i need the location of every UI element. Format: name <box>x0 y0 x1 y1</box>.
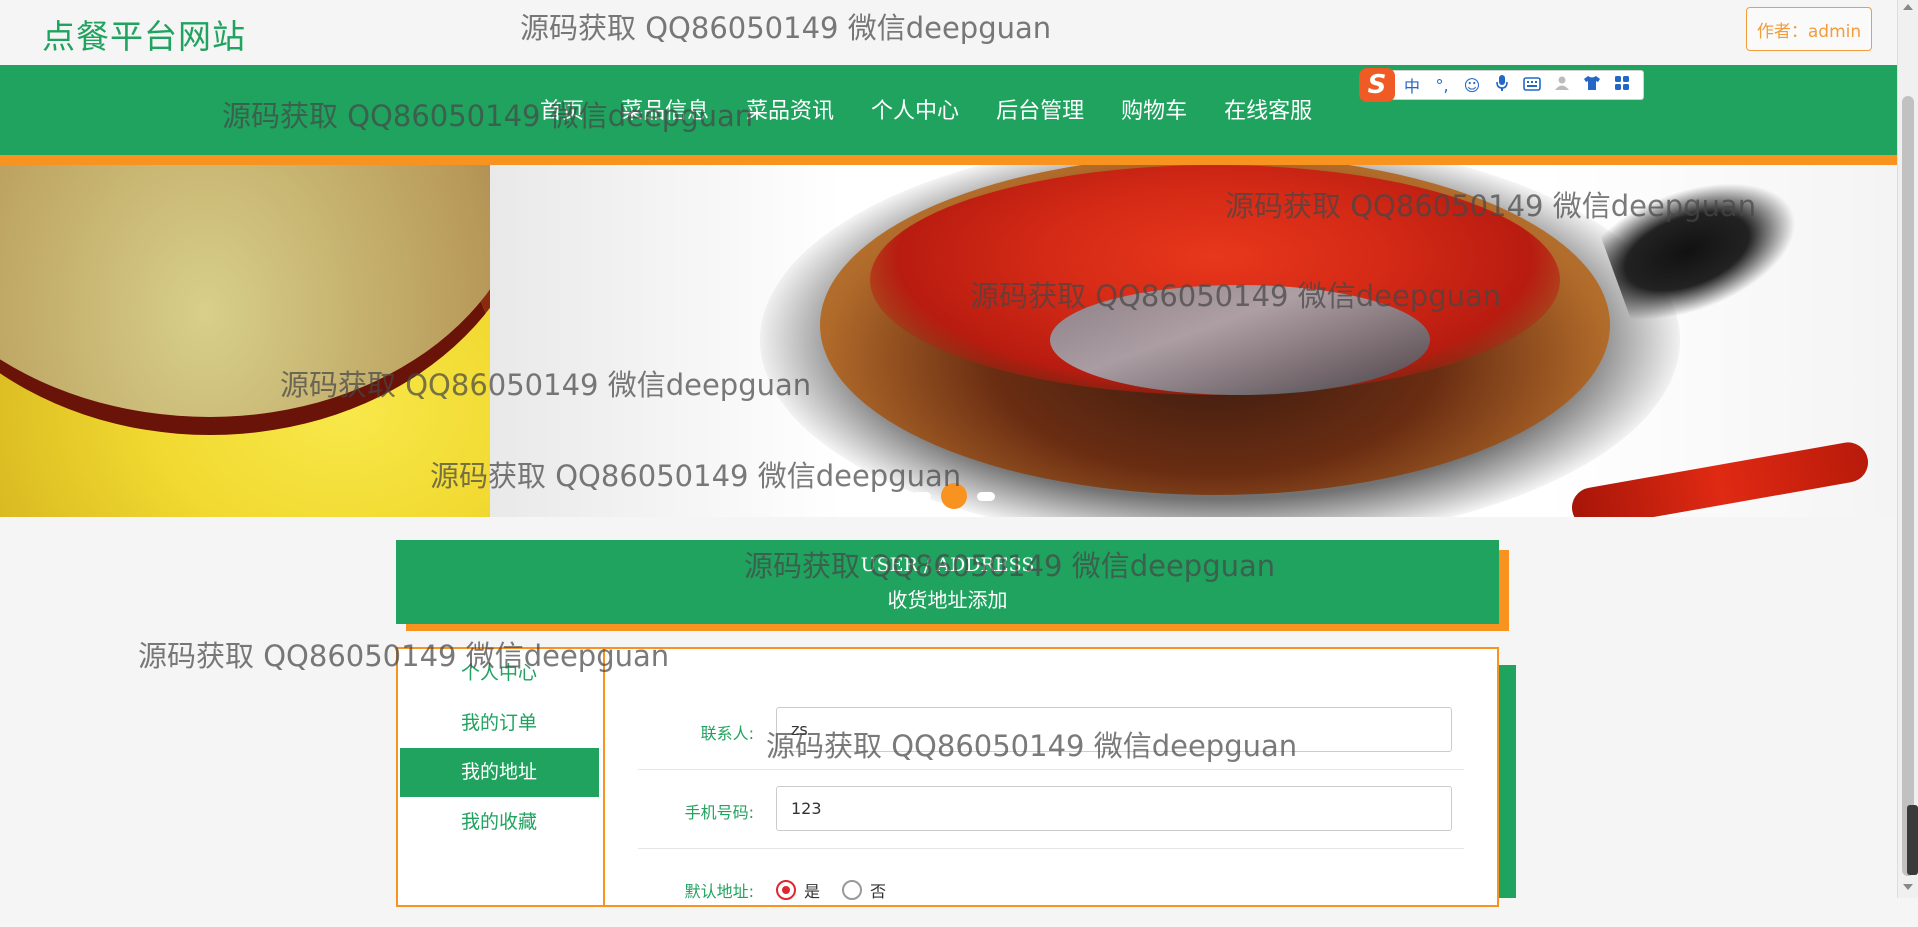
banner-dish-image <box>490 165 1897 517</box>
author-button[interactable]: 作者：admin <box>1746 7 1872 51</box>
content-shadow <box>1496 665 1516 898</box>
carousel-dot[interactable] <box>977 491 995 501</box>
side-widget-handle[interactable] <box>1907 805 1918 875</box>
emoji-icon[interactable]: ☺ <box>1457 76 1487 95</box>
user-sidebar: 个人中心 我的订单 我的地址 我的收藏 <box>398 649 605 905</box>
ime-chinese-toggle[interactable]: 中 <box>1397 73 1427 97</box>
address-panel: 个人中心 我的订单 我的地址 我的收藏 联系人: 手机号码: 默认地址: 是 否 <box>396 647 1499 907</box>
ime-logo-icon[interactable]: S <box>1359 68 1395 102</box>
radio-no-label: 否 <box>870 882 887 901</box>
top-header: 点餐平台网站 作者：admin <box>0 0 1897 65</box>
nav-item-dishes[interactable]: 菜品信息 <box>621 93 709 125</box>
phone-row: 手机号码: <box>638 769 1464 849</box>
contact-label: 联系人: <box>700 724 754 743</box>
keyboard-icon[interactable] <box>1517 76 1547 95</box>
default-address-row: 默认地址: 是 否 <box>638 848 1464 927</box>
default-address-label: 默认地址: <box>684 882 754 901</box>
nav-item-cart[interactable]: 购物车 <box>1121 93 1187 125</box>
scrollbar-thumb[interactable] <box>1902 96 1914 876</box>
sidebar-item-profile[interactable]: 个人中心 <box>400 649 599 698</box>
ime-toolbar[interactable]: S 中 °, ☺ <box>1359 68 1644 102</box>
nav-item-news[interactable]: 菜品资讯 <box>746 93 834 125</box>
nav-item-admin[interactable]: 后台管理 <box>996 93 1084 125</box>
sidebar-item-orders[interactable]: 我的订单 <box>400 699 599 748</box>
nav-item-home[interactable]: 首页 <box>540 93 584 125</box>
banner-soup-image <box>0 165 540 517</box>
page-scrollbar[interactable] <box>1897 0 1918 898</box>
sidebar-item-address[interactable]: 我的地址 <box>400 748 599 797</box>
section-title-en: USER / ADDRESS <box>860 554 1035 576</box>
radio-yes-label: 是 <box>804 882 821 901</box>
ime-punctuation-toggle[interactable]: °, <box>1427 76 1457 95</box>
nav-menu: 首页 菜品信息 菜品资讯 个人中心 后台管理 购物车 在线客服 <box>540 93 1349 125</box>
phone-label: 手机号码: <box>684 803 754 822</box>
sidebar-item-favorites[interactable]: 我的收藏 <box>400 798 599 847</box>
radio-yes[interactable] <box>776 880 796 900</box>
grid-icon[interactable] <box>1607 75 1637 95</box>
banner-carousel[interactable] <box>0 165 1897 517</box>
radio-no[interactable] <box>842 880 863 900</box>
scroll-down-icon[interactable] <box>1903 884 1913 890</box>
shirt-icon[interactable] <box>1577 75 1607 95</box>
carousel-dot[interactable] <box>913 491 931 501</box>
default-address-radio-group: 是 否 <box>776 878 908 902</box>
phone-input[interactable] <box>776 786 1452 831</box>
contact-input[interactable] <box>776 707 1452 752</box>
carousel-dot-active[interactable] <box>941 483 967 509</box>
nav-item-support[interactable]: 在线客服 <box>1224 93 1312 125</box>
nav-item-profile[interactable]: 个人中心 <box>871 93 959 125</box>
user-icon[interactable] <box>1547 75 1577 95</box>
section-title-zh: 收货地址添加 <box>887 588 1008 612</box>
contact-row: 联系人: <box>638 690 1464 770</box>
mic-icon[interactable] <box>1487 74 1517 96</box>
site-title[interactable]: 点餐平台网站 <box>42 10 246 58</box>
scroll-up-icon[interactable] <box>1903 4 1913 10</box>
carousel-dots <box>908 483 1000 509</box>
section-title: USER / ADDRESS 收货地址添加 <box>396 540 1499 624</box>
